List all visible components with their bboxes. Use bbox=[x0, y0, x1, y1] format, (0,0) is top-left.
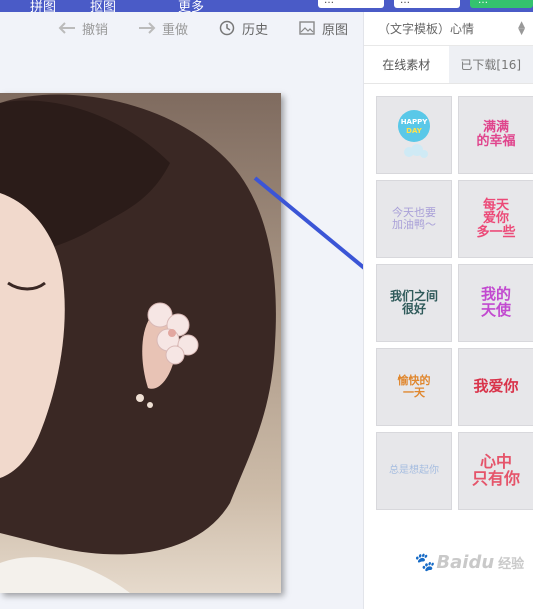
history-button[interactable]: 历史 bbox=[218, 19, 269, 38]
undo-arrow-icon bbox=[58, 19, 76, 37]
top-app-bar: 拼图 抠图 更多 … … … bbox=[0, 0, 533, 15]
portrait-illustration bbox=[0, 93, 281, 593]
svg-text:DAY: DAY bbox=[406, 127, 423, 135]
sticker-item[interactable]: 每天 爱你 多一些 bbox=[458, 180, 533, 258]
watermark-brand: Baidu bbox=[436, 552, 495, 573]
redo-arrow-icon bbox=[138, 19, 156, 37]
baidu-watermark: 🐾 Baidu 经验 bbox=[412, 552, 524, 573]
redo-label: 重做 bbox=[162, 22, 189, 38]
tab-downloaded[interactable]: 已下载[16] bbox=[448, 46, 533, 83]
top-button-1[interactable]: … bbox=[318, 0, 384, 8]
history-label: 历史 bbox=[242, 22, 269, 38]
edited-photo[interactable] bbox=[0, 93, 281, 593]
tab-online[interactable]: 在线素材 bbox=[364, 46, 449, 83]
category-label: （文字模板）心情 bbox=[378, 22, 475, 36]
original-button[interactable]: 原图 bbox=[298, 19, 349, 38]
sticker-item[interactable]: 我们之间 很好 bbox=[376, 264, 452, 342]
clock-icon bbox=[218, 19, 236, 37]
sticker-item[interactable]: 总是想起你 bbox=[376, 432, 452, 510]
top-button-2[interactable]: … bbox=[394, 0, 460, 8]
sticker-item[interactable]: 愉快的 一天 bbox=[376, 348, 452, 426]
sticker-item[interactable]: 我爱你 bbox=[458, 348, 533, 426]
undo-label: 撤销 bbox=[82, 22, 109, 38]
editing-canvas[interactable] bbox=[0, 46, 363, 609]
happy-day-sticker-icon: HAPPY DAY bbox=[398, 110, 430, 158]
updown-arrows-icon: ▲ ▼ bbox=[518, 19, 525, 37]
category-selector[interactable]: （文字模板）心情 ▲ ▼ bbox=[364, 12, 533, 46]
redo-button[interactable]: 重做 bbox=[138, 19, 189, 38]
save-button[interactable]: … bbox=[470, 0, 533, 8]
watermark-sub: 经验 bbox=[498, 557, 525, 572]
sticker-item[interactable]: 我的 天使 bbox=[458, 264, 533, 342]
panel-tabs: 在线素材 已下载[16] bbox=[364, 46, 533, 84]
sticker-item[interactable]: 满满 的幸福 bbox=[458, 96, 533, 174]
sticker-grid: HAPPY DAY 满满 的幸福 今天也要 加油鸭～ 每天 爱你 多一些 我们之间 很好 … bbox=[376, 96, 533, 510]
sticker-item[interactable]: 今天也要 加油鸭～ bbox=[376, 180, 452, 258]
sticker-item[interactable]: HAPPY DAY bbox=[376, 96, 452, 174]
paw-icon: 🐾 bbox=[412, 552, 435, 573]
sticker-panel: （文字模板）心情 ▲ ▼ 在线素材 已下载[16] HAPPY DAY 满满 的幸福… bbox=[363, 12, 533, 609]
undo-button[interactable]: 撤销 bbox=[58, 19, 109, 38]
image-icon bbox=[298, 19, 316, 37]
sticker-item[interactable]: 心中 只有你 bbox=[458, 432, 533, 510]
edit-toolbar: 撤销 重做 历史 原图 bbox=[0, 12, 363, 46]
svg-text:HAPPY: HAPPY bbox=[401, 118, 429, 126]
original-label: 原图 bbox=[322, 22, 349, 38]
